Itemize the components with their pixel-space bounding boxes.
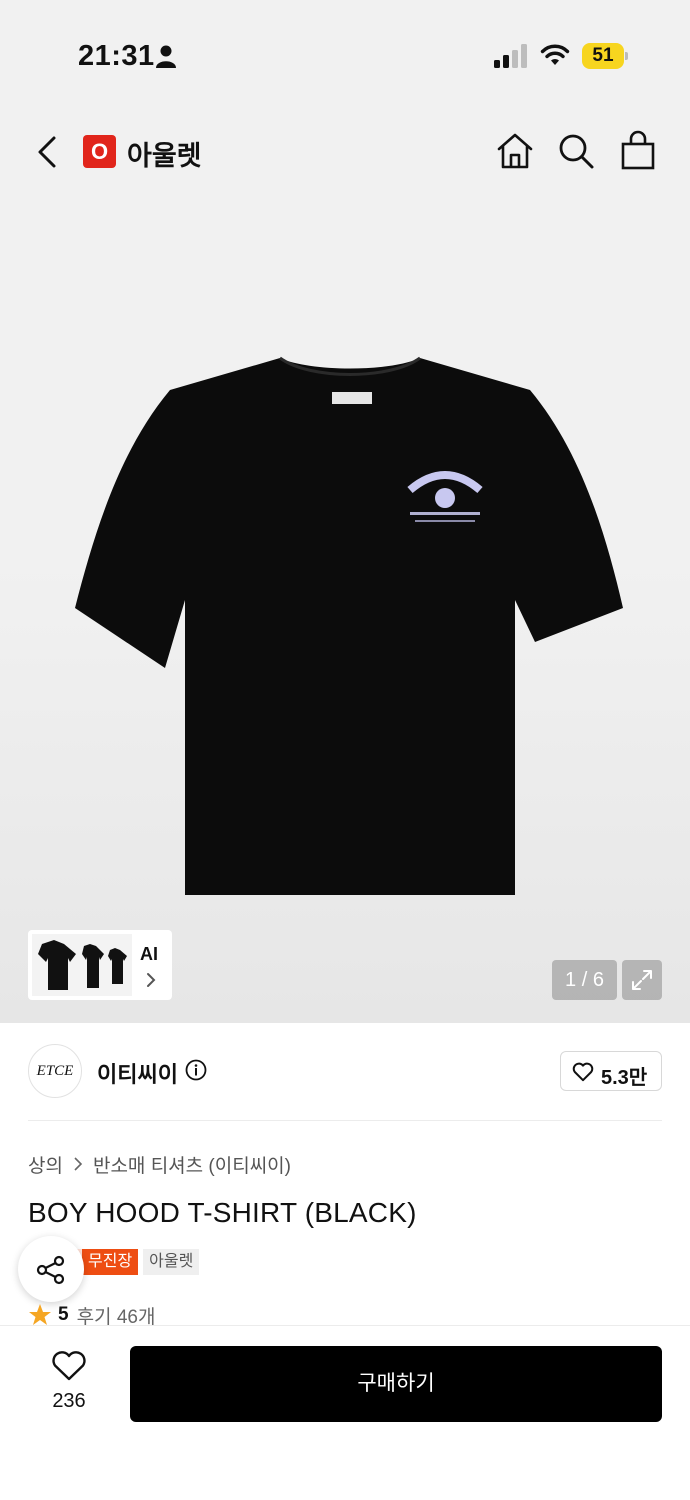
- person-icon: [156, 45, 176, 68]
- heart-icon: [572, 1062, 594, 1082]
- brand-avatar[interactable]: ETCE: [28, 1044, 82, 1098]
- thumbnail-images: [32, 934, 132, 996]
- expand-icon: [632, 970, 652, 990]
- home-icon[interactable]: [496, 132, 534, 170]
- status-bar: 21:31 51: [0, 0, 690, 100]
- brand-name[interactable]: 이티씨이: [97, 1057, 178, 1089]
- shopping-bag-icon[interactable]: [620, 130, 656, 170]
- bottom-action-bar: 236 구매하기: [0, 1325, 690, 1500]
- image-page-counter: 1 / 6: [552, 960, 617, 1000]
- battery-indicator: 51: [582, 43, 628, 69]
- badge-mujinjang: 무진장: [82, 1249, 139, 1275]
- breadcrumb: 상의 반소매 티셔츠 (이티씨이): [28, 1151, 291, 1177]
- brand-like-count: 5.3만: [601, 1067, 648, 1089]
- ai-label: AI: [140, 944, 158, 964]
- product-image[interactable]: [60, 350, 640, 900]
- brand-row: ETCE 이티씨이 5.3만: [0, 1023, 690, 1120]
- brand-like-button[interactable]: 5.3만: [560, 1051, 662, 1091]
- share-icon: [36, 1255, 65, 1285]
- review-count[interactable]: 후기 46개: [77, 1303, 156, 1328]
- chevron-right-icon: [74, 1157, 83, 1171]
- breadcrumb-subcategory[interactable]: 반소매 티셔츠 (이티씨이): [93, 1151, 291, 1178]
- chevron-right-icon: [147, 973, 156, 987]
- share-button[interactable]: [18, 1236, 84, 1302]
- rating-value: 5: [58, 1304, 69, 1325]
- expand-button[interactable]: [622, 960, 662, 1000]
- info-icon[interactable]: [185, 1059, 207, 1081]
- battery-level: 51: [592, 45, 614, 66]
- wifi-icon: [540, 44, 570, 65]
- wishlist-button[interactable]: 236: [40, 1350, 98, 1420]
- product-title: BOY HOOD T-SHIRT (BLACK): [28, 1197, 417, 1228]
- buy-button[interactable]: 구매하기: [130, 1346, 662, 1422]
- navigation-bar: O 아울렛: [0, 110, 690, 194]
- outlet-title[interactable]: 아울렛: [127, 134, 202, 173]
- badge-outlet: 아울렛: [143, 1249, 200, 1275]
- search-icon[interactable]: [557, 132, 595, 170]
- star-icon: [29, 1304, 51, 1325]
- wishlist-count: 236: [52, 1390, 86, 1412]
- heart-icon: [52, 1351, 86, 1381]
- thumbnail-strip[interactable]: AI: [28, 930, 172, 1000]
- status-time: 21:31: [78, 40, 155, 72]
- outlet-logo[interactable]: O: [83, 135, 116, 168]
- breadcrumb-category[interactable]: 상의: [28, 1151, 63, 1178]
- divider: [28, 1120, 662, 1121]
- back-arrow-icon[interactable]: [34, 134, 62, 170]
- rating-row[interactable]: 5 후기 46개: [28, 1303, 155, 1327]
- cellular-signal-icon: [494, 44, 527, 68]
